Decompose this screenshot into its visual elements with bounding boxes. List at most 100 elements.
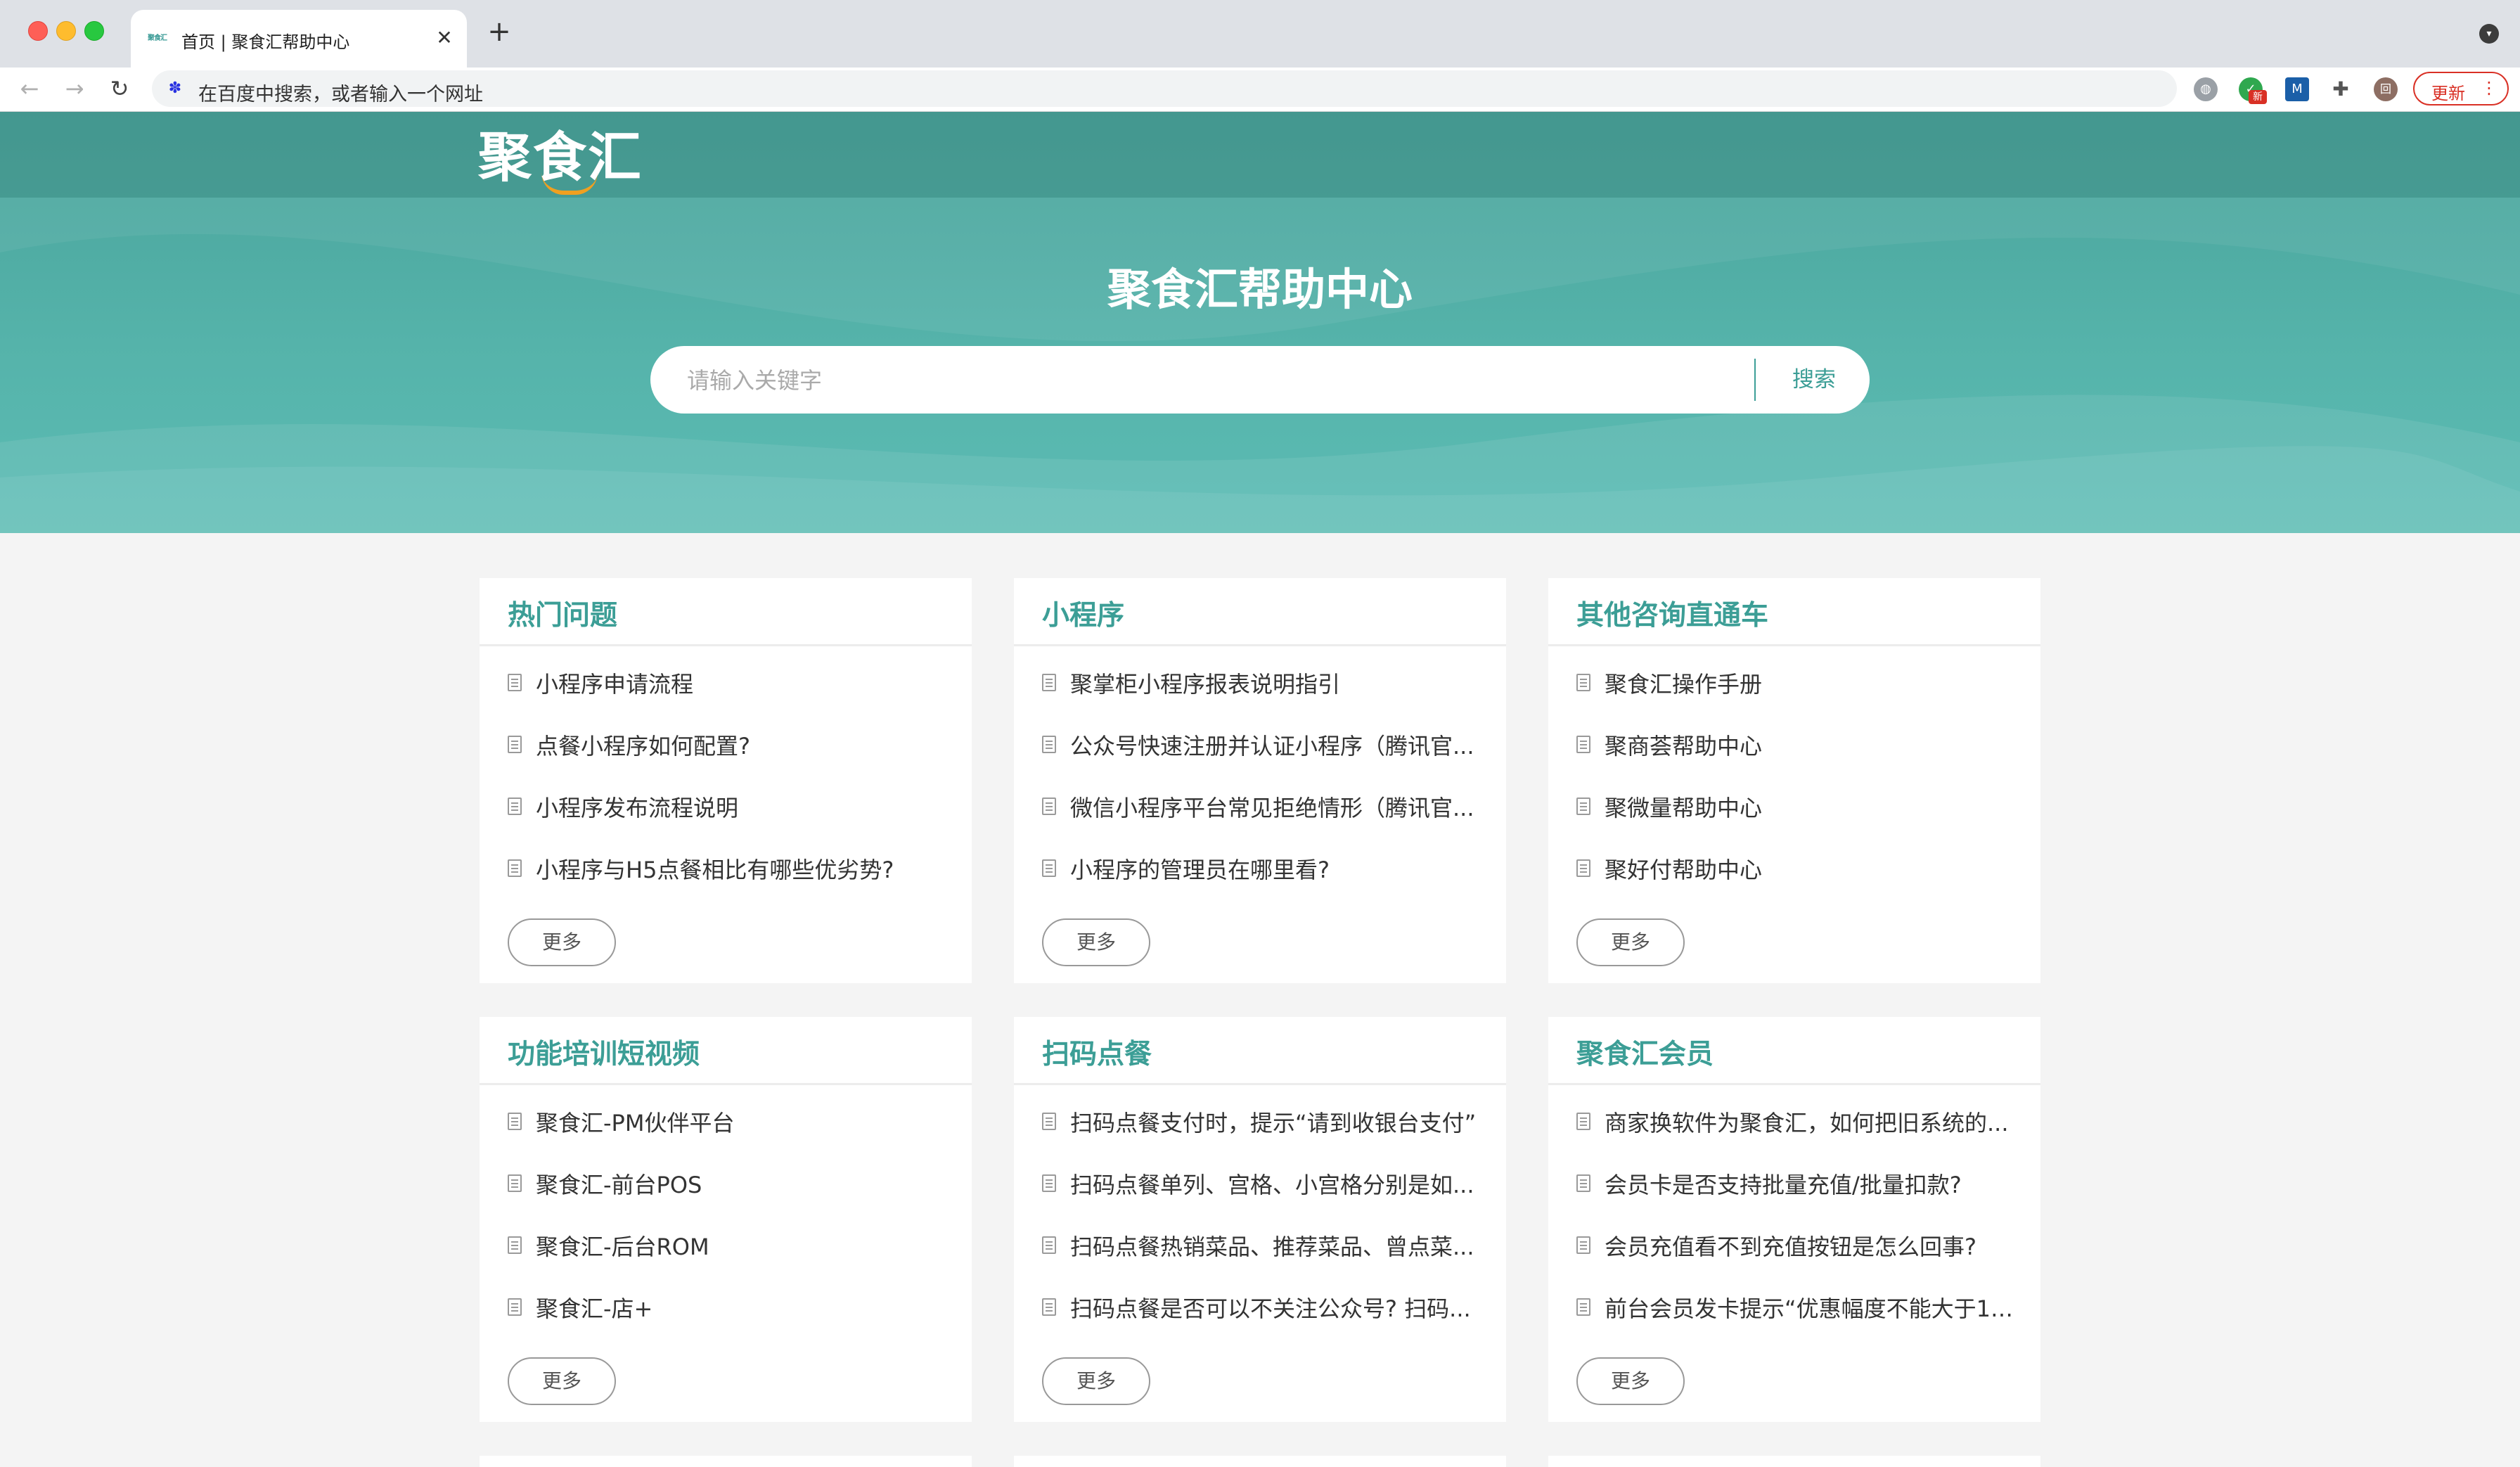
tab-search-icon[interactable]: ▾ <box>2479 24 2499 44</box>
document-icon <box>1576 736 1590 753</box>
article-link[interactable]: 前台会员发卡提示“优惠幅度不能大于10... <box>1605 1291 2019 1324</box>
article-link[interactable]: 扫码点餐支付时，提示“请到收银台支付” <box>1070 1106 1485 1138</box>
window-close-button[interactable] <box>28 21 48 41</box>
article-link[interactable]: 小程序的管理员在哪里看? <box>1070 852 1485 885</box>
article-link[interactable]: 小程序发布流程说明 <box>536 790 951 823</box>
document-icon <box>1576 797 1590 815</box>
window-zoom-button[interactable] <box>84 21 104 41</box>
article-link[interactable]: 聚食汇-PM伙伴平台 <box>536 1106 951 1138</box>
article-list: 聚掌柜小程序报表说明指引 公众号快速注册并认证小程序（腾讯官... 微信小程序平… <box>1042 662 1485 910</box>
new-tab-button[interactable]: + <box>485 18 513 46</box>
reload-icon[interactable]: ↻ <box>105 75 134 103</box>
list-item[interactable]: 前台会员发卡提示“优惠幅度不能大于10... <box>1576 1287 2019 1349</box>
list-item[interactable]: 公众号快速注册并认证小程序（腾讯官... <box>1042 724 1485 786</box>
list-item[interactable]: 聚商荟帮助中心 <box>1576 724 2019 786</box>
tab-title: 首页 | 聚食汇帮助中心 <box>181 32 350 52</box>
m-extension-icon[interactable]: M <box>2285 77 2309 101</box>
list-item[interactable]: 扫码点餐是否可以不关注公众号? 扫码... <box>1042 1287 1485 1349</box>
search-box: 搜索 <box>650 346 1870 414</box>
list-item[interactable]: 聚食汇操作手册 <box>1576 662 2019 724</box>
list-item[interactable]: 小程序的管理员在哪里看? <box>1042 848 1485 910</box>
document-icon <box>508 1113 522 1130</box>
article-link[interactable]: 聚商荟帮助中心 <box>1605 729 2019 761</box>
document-icon <box>508 797 522 815</box>
article-link[interactable]: 聚食汇-店+ <box>536 1291 951 1324</box>
article-link[interactable]: 微信小程序平台常见拒绝情形（腾讯官... <box>1070 790 1485 823</box>
article-link[interactable]: 商家换软件为聚食汇，如何把旧系统的... <box>1605 1106 2019 1138</box>
search-input[interactable] <box>686 360 1694 401</box>
list-item[interactable]: 聚好付帮助中心 <box>1576 848 2019 910</box>
card-title: 扫码点餐 <box>1042 1039 1152 1070</box>
article-link[interactable]: 聚微量帮助中心 <box>1605 790 2019 823</box>
list-item[interactable]: 点餐小程序如何配置? <box>508 724 951 786</box>
list-item[interactable]: 会员卡是否支持批量充值/批量扣款? <box>1576 1163 2019 1225</box>
window-minimize-button[interactable] <box>56 21 76 41</box>
article-link[interactable]: 扫码点餐热销菜品、推荐菜品、曾点菜... <box>1070 1229 1485 1262</box>
list-item[interactable]: 聚食汇-PM伙伴平台 <box>508 1101 951 1163</box>
article-link[interactable]: 会员充值看不到充值按钮是怎么回事? <box>1605 1229 2019 1262</box>
search-button[interactable]: 搜索 <box>1759 346 1870 414</box>
list-item[interactable]: 小程序与H5点餐相比有哪些优劣势? <box>508 848 951 910</box>
article-link[interactable]: 小程序申请流程 <box>536 667 951 699</box>
list-item[interactable]: 扫码点餐支付时，提示“请到收银台支付” <box>1042 1101 1485 1163</box>
article-link[interactable]: 公众号快速注册并认证小程序（腾讯官... <box>1070 729 1485 761</box>
list-item[interactable]: 聚食汇-后台ROM <box>508 1225 951 1287</box>
card-title: 其他咨询直通车 <box>1576 600 1769 632</box>
article-link[interactable]: 聚食汇操作手册 <box>1605 667 2019 699</box>
more-button[interactable]: 更多 <box>1042 918 1150 966</box>
active-tab[interactable]: 聚食汇 首页 | 聚食汇帮助中心 ✕ <box>131 10 467 68</box>
document-icon <box>1576 859 1590 877</box>
more-button[interactable]: 更多 <box>1576 918 1685 966</box>
profile-avatar[interactable]: 回 <box>2374 77 2398 101</box>
list-item[interactable]: 小程序申请流程 <box>508 662 951 724</box>
document-icon <box>1042 674 1056 691</box>
document-icon <box>1576 1174 1590 1192</box>
article-link[interactable]: 聚好付帮助中心 <box>1605 852 2019 885</box>
list-item[interactable]: 扫码点餐单列、宫格、小宫格分别是如... <box>1042 1163 1485 1225</box>
article-list: 商家换软件为聚食汇，如何把旧系统的... 会员卡是否支持批量充值/批量扣款? 会… <box>1576 1101 2019 1349</box>
address-bar[interactable]: ✽ 在百度中搜索，或者输入一个网址 <box>152 70 2177 107</box>
more-button[interactable]: 更多 <box>1576 1357 1685 1405</box>
document-icon <box>1042 1174 1056 1192</box>
article-link[interactable]: 小程序与H5点餐相比有哪些优劣势? <box>536 852 951 885</box>
list-item[interactable]: 聚微量帮助中心 <box>1576 786 2019 848</box>
tab-close-icon[interactable]: ✕ <box>433 27 456 49</box>
globe-extension-icon[interactable]: ◍ <box>2194 77 2218 101</box>
article-link[interactable]: 扫码点餐单列、宫格、小宫格分别是如... <box>1070 1167 1485 1200</box>
list-item[interactable]: 聚食汇-前台POS <box>508 1163 951 1225</box>
list-item[interactable]: 扫码点餐热销菜品、推荐菜品、曾点菜... <box>1042 1225 1485 1287</box>
more-button[interactable]: 更多 <box>508 1357 616 1405</box>
list-item[interactable]: 聚食汇-店+ <box>508 1287 951 1349</box>
more-button[interactable]: 更多 <box>1042 1357 1150 1405</box>
document-icon <box>508 1236 522 1254</box>
article-link[interactable]: 聚食汇-前台POS <box>536 1167 951 1200</box>
baidu-paw-icon: ✽ <box>168 79 182 97</box>
browser-toolbar: ← → ↻ ✽ 在百度中搜索，或者输入一个网址 ◍ ✓ 新 M ✚ 回 更新 ⋮ <box>0 68 2520 112</box>
article-link[interactable]: 扫码点餐是否可以不关注公众号? 扫码... <box>1070 1291 1485 1324</box>
list-item[interactable]: 微信小程序平台常见拒绝情形（腾讯官... <box>1042 786 1485 848</box>
article-link[interactable]: 会员卡是否支持批量充值/批量扣款? <box>1605 1167 2019 1200</box>
list-item[interactable]: 聚掌柜小程序报表说明指引 <box>1042 662 1485 724</box>
list-item[interactable]: 会员充值看不到充值按钮是怎么回事? <box>1576 1225 2019 1287</box>
update-button[interactable]: 更新 ⋮ <box>2413 72 2509 105</box>
article-list: 小程序申请流程 点餐小程序如何配置? 小程序发布流程说明 小程序与H5点餐相比有… <box>508 662 951 910</box>
card-title: 小程序 <box>1042 600 1125 632</box>
list-item[interactable]: 小程序发布流程说明 <box>508 786 951 848</box>
more-button[interactable]: 更多 <box>508 918 616 966</box>
article-link[interactable]: 聚食汇-后台ROM <box>536 1229 951 1262</box>
card-header: 聚食汇会员 <box>1548 1017 2040 1085</box>
article-link[interactable]: 聚掌柜小程序报表说明指引 <box>1070 667 1485 699</box>
list-item[interactable]: 商家换软件为聚食汇，如何把旧系统的... <box>1576 1101 2019 1163</box>
document-icon <box>1042 1236 1056 1254</box>
back-icon[interactable]: ← <box>15 75 44 103</box>
site-favicon-icon: 聚食汇 <box>148 34 167 42</box>
card-scan-order: 扫码点餐 扫码点餐支付时，提示“请到收银台支付” 扫码点餐单列、宫格、小宫格分别… <box>1014 1017 1506 1422</box>
puzzle-extensions-icon[interactable]: ✚ <box>2329 77 2353 101</box>
document-icon <box>508 1298 522 1316</box>
forward-icon[interactable]: → <box>60 75 89 103</box>
card-header: 功能培训短视频 <box>480 1017 972 1085</box>
article-link[interactable]: 点餐小程序如何配置? <box>536 729 951 761</box>
card-membership: 聚食汇会员 商家换软件为聚食汇，如何把旧系统的... 会员卡是否支持批量充值/批… <box>1548 1017 2040 1422</box>
document-icon <box>1042 1113 1056 1130</box>
card-hot-questions: 热门问题 小程序申请流程 点餐小程序如何配置? 小程序发布流程说明 小程序与H5… <box>480 578 972 983</box>
